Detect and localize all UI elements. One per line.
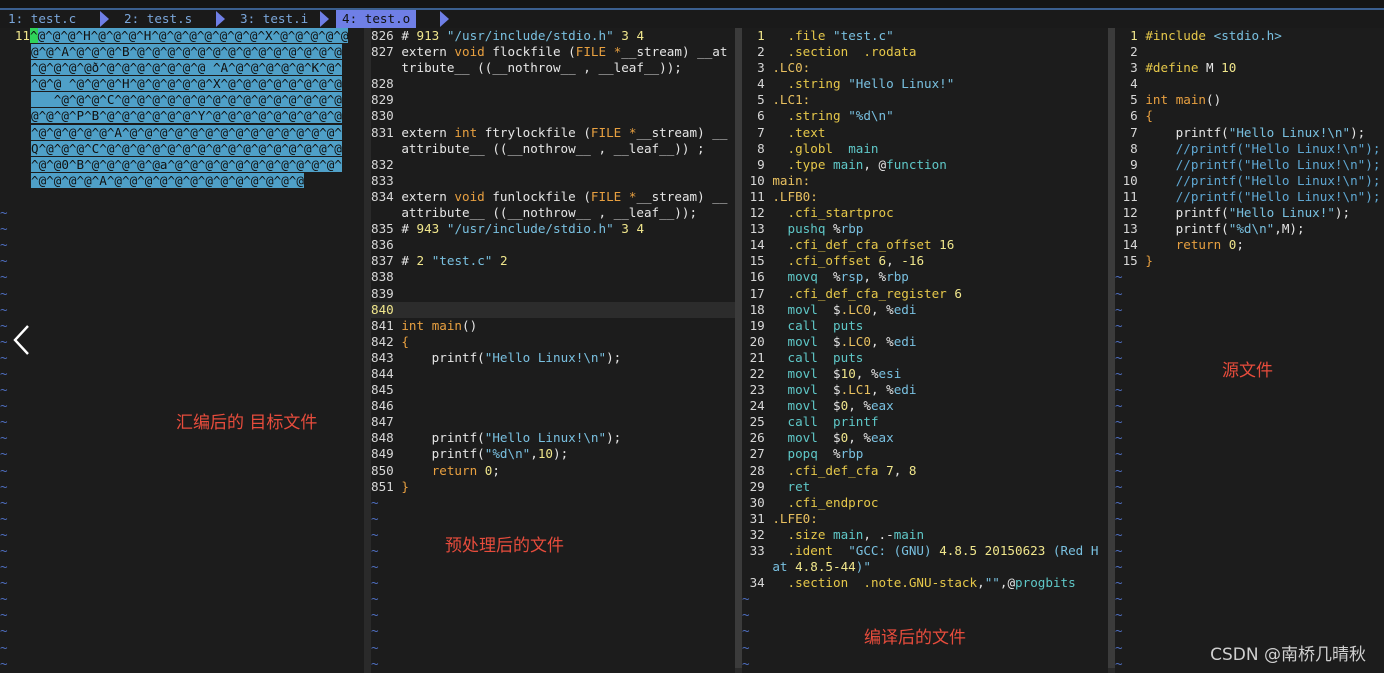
tab-active-end-icon [440,11,449,27]
watermark: CSDN @南桥几晴秋 [1210,645,1366,665]
pane-divider[interactable] [1108,28,1115,673]
tab-separator-icon [100,11,109,27]
tab-test-i[interactable]: 3: test.i [240,10,308,28]
pane-divider[interactable] [735,28,742,673]
binary-data: @^@^@^H^@^@^@^H^@^@^@^@^@^@^@^X^@^@^@^@^… [37,28,349,43]
chevron-left-icon[interactable] [10,324,36,356]
window-top-border [0,0,1384,10]
object-line: ^@^@^@^@^A^@^@^@^@^@^@^@^@^@^@^@^@^@ [31,172,304,188]
tab-test-s[interactable]: 2: test.s [124,10,192,28]
annotation-object-file: 汇编后的 目标文件 [176,413,318,433]
object-line: 11^@^@^@^H^@^@^@^H^@^@^@^@^@^@^@^X^@^@^@… [0,28,364,44]
cursor: ^ [30,28,38,43]
pane-divider[interactable] [364,28,371,673]
object-line: @^@^@^P^B^@^@^@^@^@^@^Y^@^@^@^@^@^@^@^@^… [31,108,342,124]
tab-test-o[interactable]: 4: test.o [336,10,417,28]
object-line: ^@^@^@^@^@^A^@^@^@^@^@^@^@^@^@^@^@^@^@^@… [31,124,342,140]
tab-separator-icon [216,11,225,27]
object-line: ^@^@ ^@^@^@^H^@^@^@^@^@^X^@^@^@^@^@^@^@^… [31,76,342,92]
annotation-preprocessed-file: 预处理后的文件 [445,536,564,556]
pane-source-file[interactable]: 1 #include <stdio.h> 2 3 #define M 10 4 … [1115,28,1384,673]
object-line: ^@^@^@^@ð^@^@^@^@^@^@^@ ^A^@^@^@^@^@^K^@… [31,60,342,76]
annotation-source-file: 源文件 [1222,361,1273,381]
object-line: @^@^A^@^@^@^B^@^@^@^@^@^@^@^@^@^@^@^@^@^… [31,44,342,60]
object-line: ^@^@^@^C^@^@^@^@^@^@^@^@^@^@^@^@^@^@^@ [31,92,342,108]
tab-separator-icon [320,11,329,27]
pane-object-file[interactable]: 11^@^@^@^H^@^@^@^H^@^@^@^@^@^@^@^X^@^@^@… [0,28,364,673]
line-number: 11 [14,28,30,43]
tab-test-c[interactable]: 1: test.c [8,10,76,28]
object-line: Q^@^@^@^C^@^@^@^@^@^@^@^@^@^@^@^@^@^@^@^… [31,140,342,156]
pane-assembly-file[interactable]: 1 .file "test.c" 2 .section .rodata 3 .L… [742,28,1108,673]
buffer-tab-bar: 1: test.c 2: test.s 3: test.i 4: test.o [0,10,1384,28]
annotation-assembly-file: 编译后的文件 [864,628,966,648]
pane-preprocessed-file[interactable]: 826 # 913 "/usr/include/stdio.h" 3 4 827… [371,28,735,673]
object-line: ^@^@0^B^@^@^@^@^@a^@^@^@^@^@^@^@^@^@^@^@… [31,156,342,172]
